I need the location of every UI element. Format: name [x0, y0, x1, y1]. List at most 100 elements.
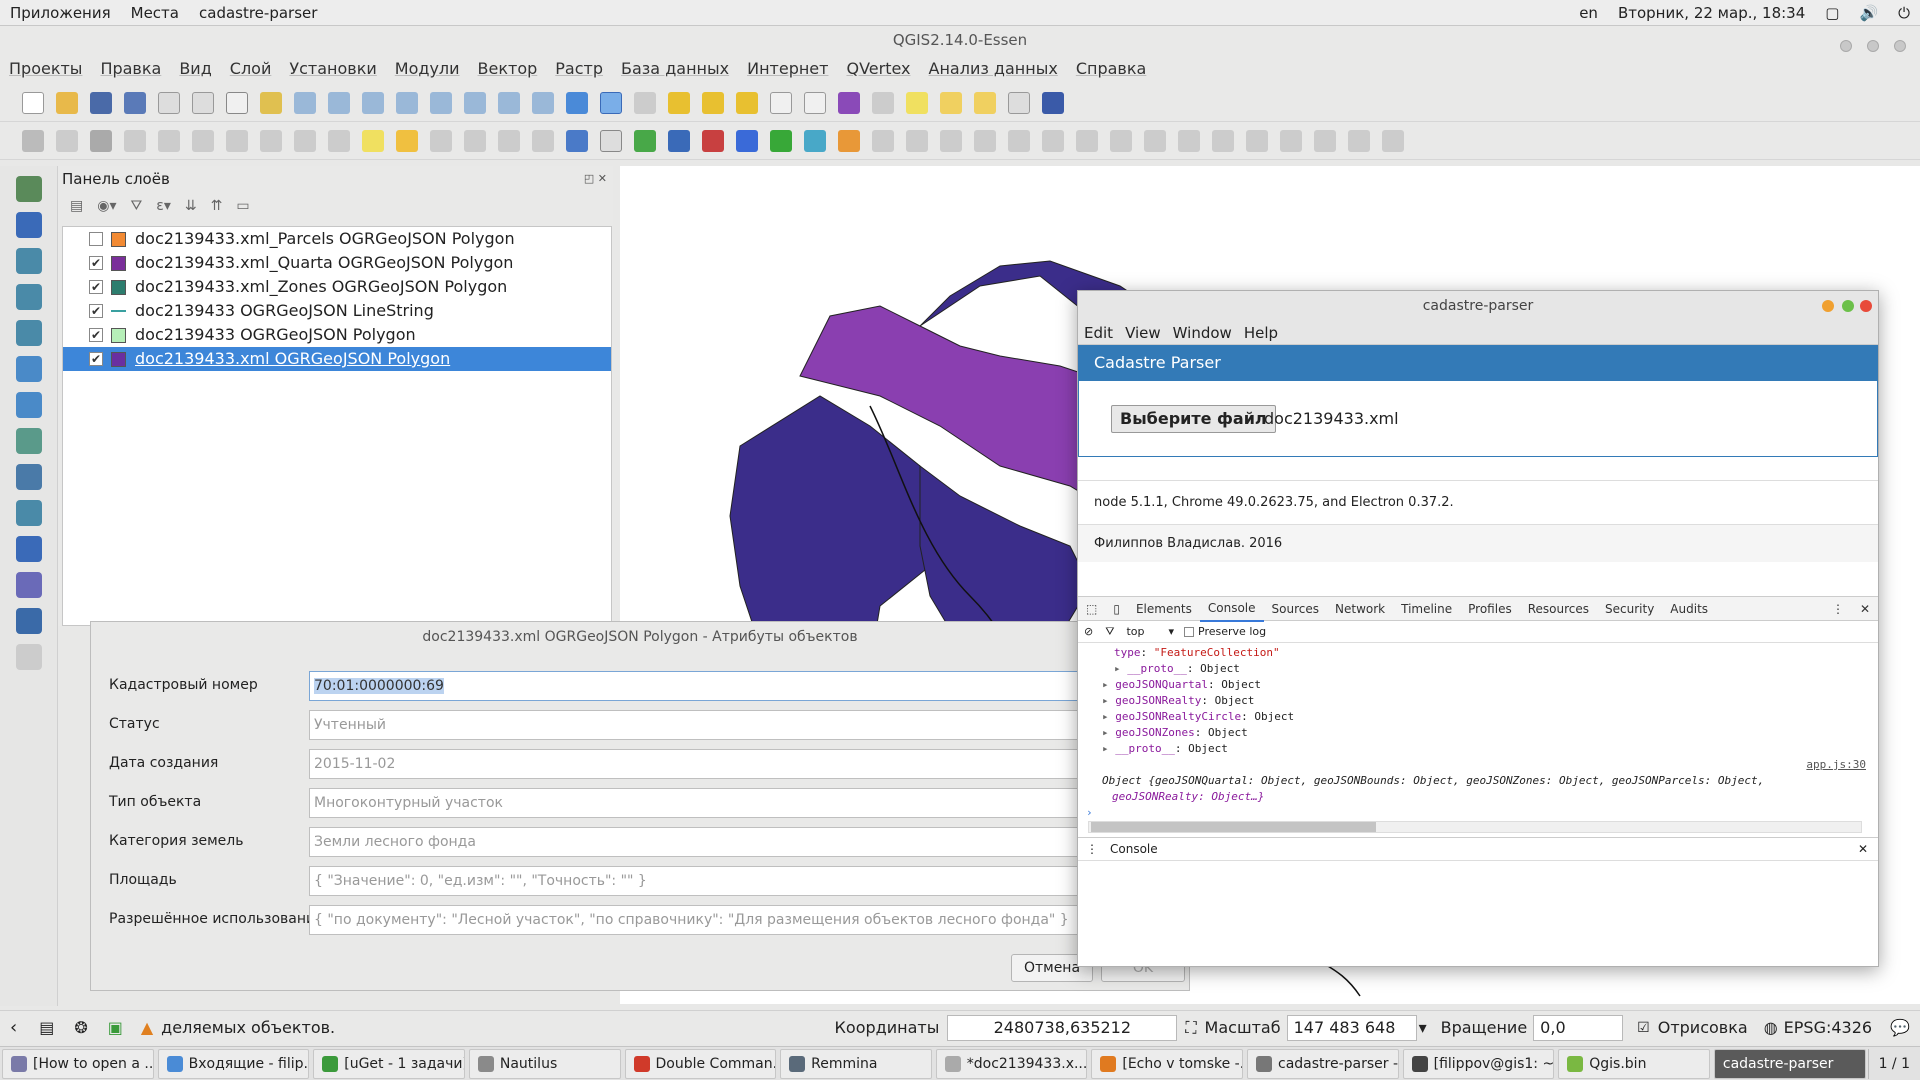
minimize-button[interactable] — [1840, 40, 1853, 52]
active-app-label[interactable]: cadastre-parser — [189, 0, 327, 26]
reshape-icon[interactable] — [1178, 129, 1200, 152]
layer-row[interactable]: ✔ doc2139433 OGRGeoJSON LineString — [63, 299, 611, 323]
deselect-icon[interactable] — [736, 91, 758, 114]
add-spatialite-icon[interactable] — [16, 284, 42, 310]
cp-minimize-button[interactable] — [1822, 300, 1834, 312]
text-annotation-icon[interactable] — [1008, 91, 1030, 114]
places-menu[interactable]: Места — [121, 0, 189, 26]
help-icon[interactable] — [1042, 91, 1064, 114]
map-tips-icon[interactable] — [906, 91, 928, 114]
add-wfs-layer-icon[interactable] — [16, 428, 42, 454]
menu-help[interactable]: Справка — [1067, 54, 1156, 84]
toggle-editing-icon[interactable] — [56, 129, 78, 152]
simplify-icon[interactable] — [974, 129, 996, 152]
measure-icon[interactable] — [872, 91, 894, 114]
attribute-table-icon[interactable] — [770, 91, 792, 114]
label-change-icon[interactable] — [532, 129, 554, 152]
attr-value-input[interactable]: 70:01:0000000:69 — [309, 671, 1189, 701]
layer-row[interactable]: ✔ doc2139433.xml_Zones OGRGeoJSON Polygon — [63, 275, 611, 299]
fill-ring-icon[interactable] — [1076, 129, 1098, 152]
layer-row[interactable]: ✔ doc2139433 OGRGeoJSON Polygon — [63, 323, 611, 347]
plugin-status-icon[interactable]: ❂ — [74, 1018, 87, 1037]
layer-row[interactable]: doc2139433.xml_Parcels OGRGeoJSON Polygo… — [63, 227, 611, 251]
add-wms-layer-icon[interactable] — [16, 356, 42, 382]
console-object-property[interactable]: ▸ geoJSONQuartal: Object — [1078, 677, 1878, 693]
menu-edit[interactable]: Правка — [91, 54, 170, 84]
console-object-property[interactable]: ▸ __proto__: Object — [1078, 741, 1878, 757]
scale-dropdown-icon[interactable]: ▾ — [1419, 1018, 1427, 1037]
remove-layer-icon[interactable]: ▭ — [236, 198, 249, 214]
undo-icon[interactable] — [906, 129, 928, 152]
copy-icon[interactable] — [294, 129, 316, 152]
new-project-icon[interactable] — [22, 91, 44, 114]
merge-attributes-icon[interactable] — [1348, 129, 1370, 152]
menu-settings[interactable]: Установки — [280, 54, 385, 84]
power-icon[interactable]: ⏻ — [1888, 0, 1920, 26]
crs-label[interactable]: EPSG:4326 — [1784, 1018, 1872, 1037]
filter-icon[interactable]: ⛛ — [1105, 625, 1114, 639]
close-button[interactable] — [1894, 40, 1906, 52]
taskbar-item[interactable]: Qgis.bin — [1558, 1048, 1710, 1079]
extents-toggle-icon[interactable]: ⛶ — [1185, 1018, 1196, 1038]
cp-close-button[interactable] — [1860, 300, 1872, 312]
add-db2-icon[interactable] — [16, 572, 42, 598]
messages-icon[interactable]: ▤ — [39, 1018, 54, 1037]
console-summary-line[interactable]: Object {geoJSONQuartal: Object, geoJSONB… — [1078, 773, 1878, 789]
attr-value-input[interactable]: { "по документу": "Лесной участок", "по … — [309, 905, 1189, 935]
menu-web[interactable]: Интернет — [738, 54, 837, 84]
console-prompt[interactable]: › — [1078, 805, 1878, 821]
context-chevron-icon[interactable]: ▾ — [1169, 625, 1175, 638]
ruler-icon[interactable] — [838, 129, 860, 152]
menu-raster[interactable]: Растр — [546, 54, 612, 84]
visibility-icon[interactable]: ◉▾ — [97, 198, 116, 214]
taskbar-item[interactable]: Входящие - filip... — [157, 1048, 310, 1079]
cut-icon[interactable] — [260, 129, 282, 152]
grass-icon[interactable] — [702, 129, 724, 152]
redo-icon[interactable] — [940, 129, 962, 152]
expand-all-icon[interactable]: ⇊ — [185, 198, 197, 214]
device-mode-icon[interactable]: ▯ — [1105, 597, 1128, 621]
layer-visibility-checkbox[interactable]: ✔ — [89, 328, 103, 342]
inspect-icon[interactable]: ⬚ — [1078, 597, 1105, 621]
python-console-icon[interactable] — [668, 129, 690, 152]
green-plugin-icon[interactable]: ▣ — [108, 1018, 123, 1037]
apps-menu[interactable]: Приложения — [0, 0, 121, 26]
zoom-out-icon[interactable] — [328, 91, 350, 114]
choose-file-button[interactable]: Выберите файл — [1111, 405, 1276, 433]
attr-value-input[interactable]: Многоконтурный участок — [309, 788, 1189, 818]
drawer-menu-icon[interactable]: ⋮ — [1086, 842, 1098, 856]
cp-menu-view[interactable]: View — [1119, 321, 1167, 345]
terrain-icon[interactable] — [770, 129, 792, 152]
label-move-icon[interactable] — [464, 129, 486, 152]
layer-visibility-checkbox[interactable] — [89, 232, 103, 246]
tab-profiles[interactable]: Profiles — [1460, 597, 1520, 621]
zoom-layer-icon[interactable] — [464, 91, 486, 114]
bookmarks-icon[interactable] — [974, 91, 996, 114]
taskbar-item[interactable]: cadastre-parser -... — [1247, 1048, 1399, 1079]
menu-view[interactable]: Вид — [170, 54, 220, 84]
crs-globe-icon[interactable]: ◍ — [1764, 1018, 1778, 1037]
tab-timeline[interactable]: Timeline — [1393, 597, 1460, 621]
add-csw-icon[interactable] — [600, 129, 622, 152]
zoom-last-icon[interactable] — [498, 91, 520, 114]
tab-console[interactable]: Console — [1199, 596, 1264, 622]
menu-qvertex[interactable]: QVertex — [837, 54, 919, 84]
console-object-property[interactable]: ▸ geoJSONRealty: Object — [1078, 693, 1878, 709]
tab-elements[interactable]: Elements — [1128, 597, 1200, 621]
layer-visibility-checkbox[interactable]: ✔ — [89, 256, 103, 270]
label-pin-icon[interactable] — [396, 129, 418, 152]
pan-to-selection-icon[interactable] — [260, 91, 282, 114]
offset-curve-icon[interactable] — [1212, 129, 1234, 152]
bookmark-icon[interactable] — [940, 91, 962, 114]
taskbar-item[interactable]: [How to open a ... — [2, 1048, 154, 1079]
menu-database[interactable]: База данных — [612, 54, 738, 84]
maximize-button[interactable] — [1867, 40, 1880, 52]
console-object-property[interactable]: type: "FeatureCollection" — [1078, 645, 1878, 661]
taskbar-item[interactable]: [Echo v tomske -... — [1091, 1048, 1243, 1079]
statistics-icon[interactable] — [838, 91, 860, 114]
save-project-icon[interactable] — [90, 91, 112, 114]
menu-analysis[interactable]: Анализ данных — [920, 54, 1067, 84]
add-mssql-icon[interactable] — [16, 320, 42, 346]
keyboard-layout[interactable]: en — [1569, 0, 1608, 26]
rotation-spinbox[interactable]: 0,0 — [1533, 1014, 1624, 1041]
